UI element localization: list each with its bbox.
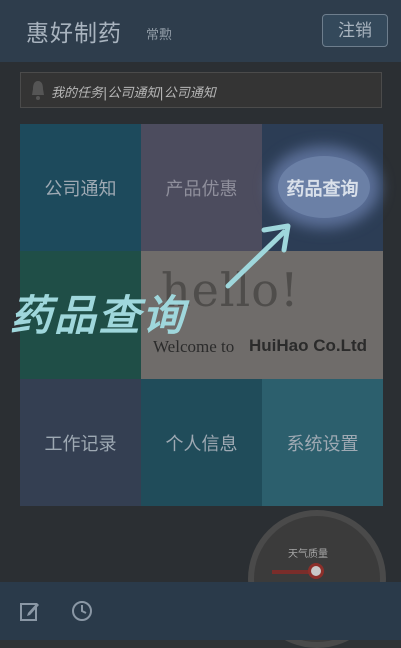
app-header: 惠好制药 常勲 注销 xyxy=(0,0,401,62)
tile-system-settings[interactable]: 系统设置 xyxy=(262,379,383,506)
tile-label: 药品查询 xyxy=(286,178,359,200)
edit-icon[interactable] xyxy=(19,600,41,622)
user-name: 常勲 xyxy=(146,28,173,43)
logout-button[interactable]: 注销 xyxy=(322,14,388,47)
notice-text: 我的任务|公司通知|公司通知 xyxy=(51,86,216,101)
tile-company-notice[interactable]: 公司通知 xyxy=(20,124,141,251)
guide-arrow-icon xyxy=(225,223,291,289)
tile-personal-info[interactable]: 个人信息 xyxy=(141,379,262,506)
gauge-knob xyxy=(308,563,324,579)
notice-bar[interactable]: 我的任务|公司通知|公司通知 xyxy=(20,72,382,108)
clock-icon[interactable] xyxy=(71,600,93,622)
tile-label: 公司通知 xyxy=(44,178,117,200)
tile-work-log[interactable]: 工作记录 xyxy=(20,379,141,506)
bell-icon xyxy=(32,81,44,100)
banner-company: HuiHao Co.Ltd xyxy=(249,336,368,355)
tile-label: 工作记录 xyxy=(44,433,117,455)
tile-label: 产品优惠 xyxy=(165,178,238,200)
bottom-bar xyxy=(0,582,401,640)
gauge-label: 天气质量 xyxy=(288,549,328,560)
tile-label: 个人信息 xyxy=(165,433,238,455)
app-title: 惠好制药 xyxy=(26,21,122,47)
tile-label: 系统设置 xyxy=(286,433,359,455)
guide-callout: 药品查询 xyxy=(10,291,187,340)
